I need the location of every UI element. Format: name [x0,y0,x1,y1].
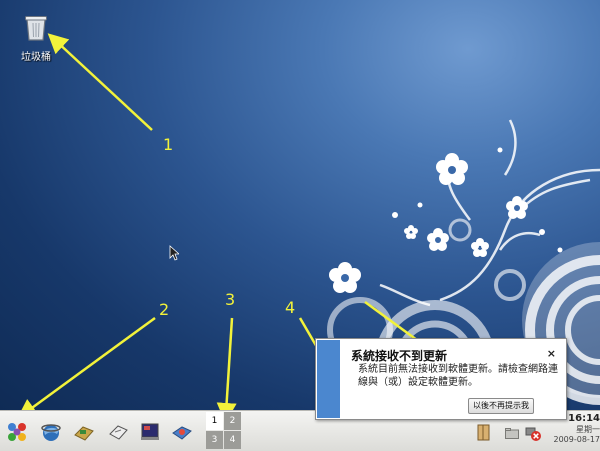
text-editor-icon [109,425,128,440]
annotation-label-3: 3 [225,290,236,309]
workspace-2[interactable]: 2 [224,412,241,430]
terminal-icon [141,423,159,440]
main-menu-icon [8,423,26,441]
notification-title: 系統接收不到更新 [351,349,448,363]
web-browser-button[interactable] [40,421,62,443]
workspace-3[interactable]: 3 [206,431,223,449]
clock-day: 星期一 [576,425,600,434]
notification-stripe [317,340,340,418]
terminal-button[interactable] [139,421,161,443]
dont-remind-button[interactable]: 以後不再提示我 [468,398,534,414]
update-button[interactable] [171,421,193,443]
notification-message: 系統目前無法接收到軟體更新。請檢查網路連線與（或）設定軟體更新。 [358,364,558,388]
trash-icon [25,16,47,41]
main-menu-button[interactable] [6,421,28,443]
trash-label: 垃圾桶 [21,52,51,63]
book-icon[interactable] [476,424,492,442]
clock-date: 2009-08-17 [553,435,600,444]
mouse-cursor-icon [169,245,179,261]
folder-icon[interactable] [505,428,519,439]
annotation-label-4: 4 [285,298,296,317]
file-manager-icon [74,426,94,441]
workspace-1[interactable]: 1 [206,412,223,430]
close-icon[interactable]: × [547,347,556,360]
trash-desktop-icon[interactable]: 垃圾桶 [16,14,56,63]
annotation-label-1: 1 [163,135,174,154]
web-browser-icon [41,424,61,441]
annotation-label-2: 2 [159,300,170,319]
text-editor-button[interactable] [107,421,129,443]
update-icon [172,426,192,440]
update-notification: 系統接收不到更新 × 系統目前無法接收到軟體更新。請檢查網路連線與（或）設定軟體… [315,338,567,420]
workspace-pager: 1 2 3 4 [206,412,242,450]
file-manager-button[interactable] [73,421,95,443]
workspace-4[interactable]: 4 [224,431,241,449]
